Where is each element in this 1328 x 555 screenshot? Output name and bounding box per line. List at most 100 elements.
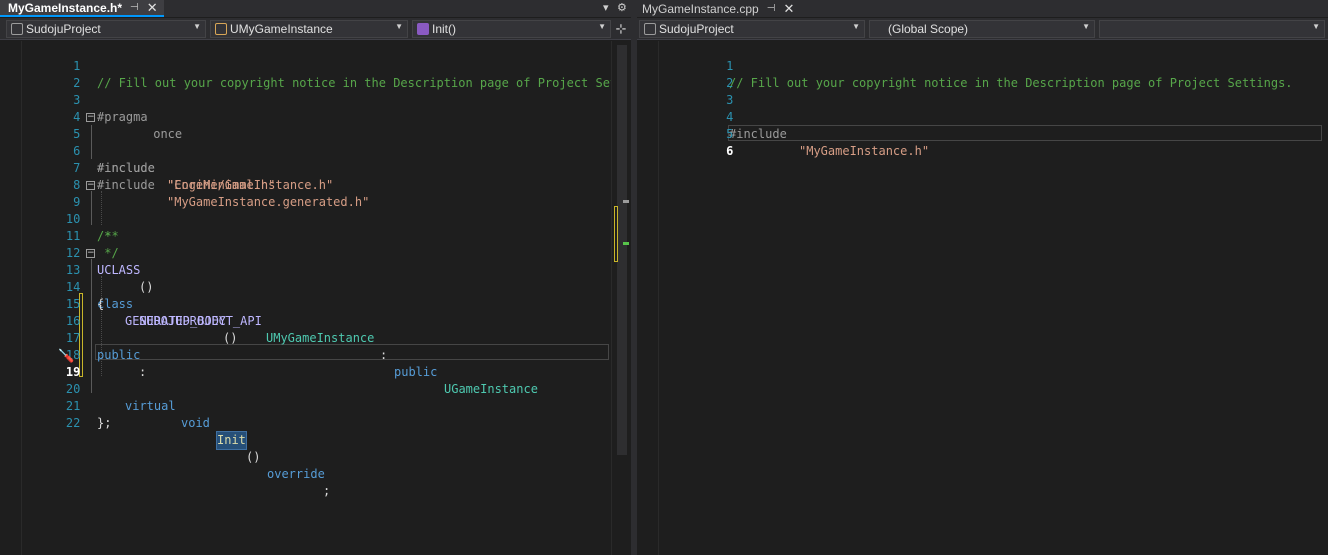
code-line-14: 14 { (0, 262, 104, 311)
code-line-10: 10 * (0, 194, 112, 243)
parens: () (139, 280, 154, 294)
code-line-16: 16 (0, 296, 80, 328)
project-dropdown[interactable]: SudojuProject ▼ (639, 20, 865, 38)
collapse-icon[interactable]: − (86, 249, 95, 258)
public-keyword: public (394, 365, 438, 379)
parens: () (246, 450, 261, 464)
code-line-17: 17 public : (0, 313, 146, 379)
include-directive: #include (97, 178, 155, 192)
include-directive: #include (97, 161, 155, 175)
pin-icon[interactable]: ⊣ (767, 3, 776, 14)
override-keyword: override (267, 467, 325, 481)
scope-dropdown-value: (Global Scope) (888, 22, 969, 36)
line-number: 6 (73, 144, 81, 158)
line-number: 1 (726, 59, 734, 73)
include-path: "Engine/GameInstance.h" (167, 178, 334, 192)
project-dropdown-value: SudojuProject (26, 22, 101, 36)
split-window-icon[interactable]: ⊹ (613, 20, 629, 38)
right-navigation-bar: SudojuProject ▼ (Global Scope) ▼ ▼ (637, 18, 1328, 40)
line-number: 19 (65, 365, 81, 379)
line-number: 2 (726, 76, 734, 90)
line-number: 8 (73, 178, 81, 192)
tab-mygameinstance-h[interactable]: MyGameInstance.h* ⊣ ✕ (0, 0, 164, 17)
chevron-down-icon: ▼ (1312, 22, 1320, 31)
parens: () (223, 331, 238, 345)
scope-dropdown[interactable]: (Global Scope) ▼ (869, 20, 1095, 38)
uclass-macro: UCLASS (97, 263, 141, 277)
quick-actions-screwdriver-icon[interactable]: 🪛 (58, 348, 74, 365)
code-line-12: 12 UCLASS () (0, 228, 154, 294)
left-vertical-scrollbar[interactable] (611, 41, 631, 555)
line-number: 4 (726, 110, 734, 124)
code-line-20: 20 (0, 364, 80, 396)
code-line-4: 4 (0, 92, 80, 124)
chevron-down-icon: ▼ (395, 22, 403, 31)
include-directive: #include (729, 127, 787, 141)
pin-icon[interactable]: ⊣ (130, 2, 139, 13)
pragma-value: once (146, 127, 183, 141)
code-line-22: 22 (0, 398, 80, 430)
left-navigation-bar: SudojuProject ▼ UMyGameInstance ▼ Init()… (0, 18, 631, 40)
right-tab-strip: MyGameInstance.cpp ⊣ ✕ (637, 0, 1328, 17)
line-number: 22 (65, 416, 81, 430)
class-dropdown[interactable]: UMyGameInstance ▼ (210, 20, 408, 38)
doc-comment: * (97, 229, 112, 243)
close-icon[interactable]: ✕ (147, 0, 158, 16)
line-number: 7 (73, 161, 81, 175)
fold-bracket (91, 125, 92, 159)
code-line-8: 8 (0, 160, 80, 192)
member-dropdown[interactable]: ▼ (1099, 20, 1325, 38)
code-line-6: 6 (637, 126, 733, 158)
code-line-1: 1 // Fill out your copyright notice in t… (0, 41, 631, 90)
method-icon (417, 23, 429, 35)
scrollbar-track (617, 45, 627, 455)
tab-list-dropdown-icon[interactable]: ▾ (603, 0, 609, 17)
tab-title: MyGameInstance.cpp (642, 1, 759, 16)
line-number: 12 (65, 246, 81, 260)
line-number: 21 (65, 399, 81, 413)
line-number: 3 (73, 93, 81, 107)
project-icon (644, 23, 656, 35)
code-line-11: 11 */ (0, 211, 119, 260)
tab-mygameinstance-cpp[interactable]: MyGameInstance.cpp ⊣ ✕ (637, 0, 801, 17)
left-editor-pane: MyGameInstance.h* ⊣ ✕ ▾ ⚙ SudojuProject … (0, 0, 631, 555)
settings-gear-icon[interactable]: ⚙ (617, 0, 627, 17)
line-number: 14 (65, 280, 81, 294)
generated-body-macro: GENERATED_BODY (125, 314, 227, 328)
semicolon: ; (323, 484, 331, 498)
right-code-editor[interactable]: 1 // Fill out your copyright notice in t… (637, 41, 1328, 555)
code-line-18: 18 (0, 330, 80, 362)
fold-bracket (91, 191, 92, 225)
base-class-name: UGameInstance (444, 382, 538, 396)
code-line-19: 19 🪛 virtual void Init () override ; (0, 347, 330, 498)
line-number: 5 (73, 127, 81, 141)
chevron-down-icon: ▼ (852, 22, 860, 31)
code-line-6: 6 #include "Engine/GameInstance.h" (0, 126, 333, 192)
line-number: 9 (73, 195, 81, 209)
code-line-5: 5 (637, 109, 733, 141)
code-line-21: 21 }; (0, 381, 112, 430)
collapse-icon[interactable]: − (86, 113, 95, 122)
line-number: 15 (65, 297, 81, 311)
scroll-caret-marker (623, 242, 629, 245)
chevron-down-icon: ▼ (598, 22, 606, 31)
chevron-down-icon: ▼ (1082, 22, 1090, 31)
line-number: 13 (65, 263, 81, 277)
line-number: 6 (726, 144, 734, 158)
project-dropdown[interactable]: SudojuProject ▼ (6, 20, 206, 38)
right-editor-pane: MyGameInstance.cpp ⊣ ✕ SudojuProject ▼ (… (637, 0, 1328, 555)
member-dropdown[interactable]: Init() ▼ (412, 20, 611, 38)
include-path: "MyGameInstance.generated.h" (167, 195, 370, 209)
open-brace: { (97, 297, 105, 311)
pragma-directive: #pragma (97, 110, 148, 124)
left-code-editor[interactable]: 1 // Fill out your copyright notice in t… (0, 41, 631, 555)
class-name: UMyGameInstance (266, 331, 375, 345)
collapse-icon[interactable]: − (86, 181, 95, 190)
project-dropdown-value: SudojuProject (659, 22, 734, 36)
project-icon (11, 23, 23, 35)
void-keyword: void (181, 416, 210, 430)
function-name-highlighted[interactable]: Init (216, 431, 247, 450)
indent-guide (101, 191, 102, 225)
scroll-marker (623, 200, 629, 203)
close-icon[interactable]: ✕ (783, 1, 794, 17)
